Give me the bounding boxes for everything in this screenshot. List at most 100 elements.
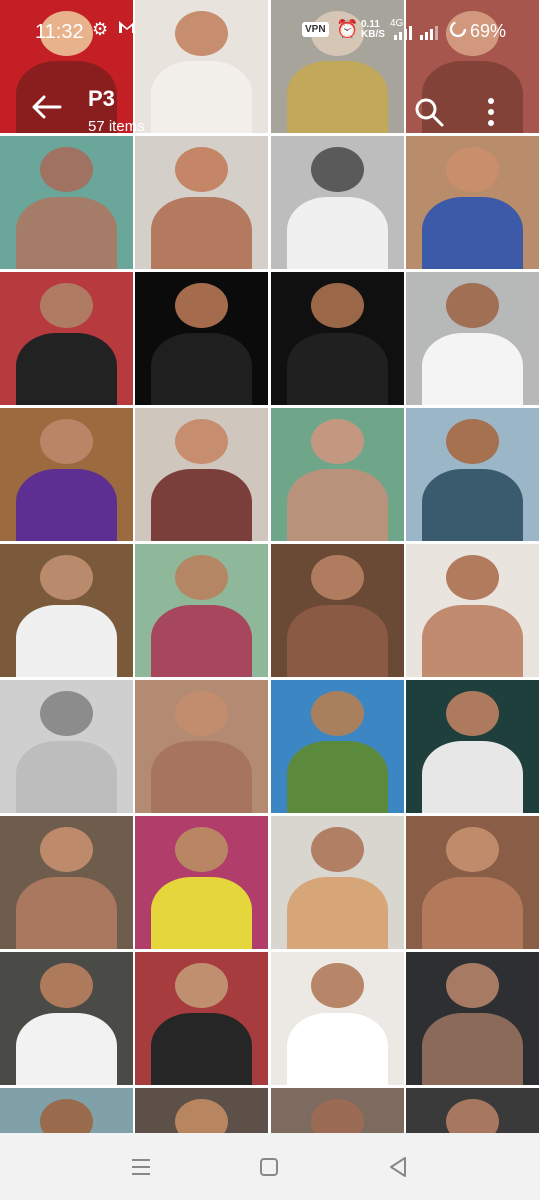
photo-subject-body: [286, 333, 388, 405]
battery-percent: 69%: [470, 21, 507, 41]
photo-subject-head: [175, 554, 229, 600]
album-header: P3 57 items: [0, 62, 540, 135]
photo-thumbnail[interactable]: [0, 408, 133, 541]
photo-subject-head: [310, 282, 364, 328]
recents-icon[interactable]: [127, 1153, 155, 1181]
photo-thumbnail[interactable]: [405, 680, 539, 813]
photo-thumbnail[interactable]: [405, 952, 539, 1085]
photo-subject-head: [175, 1098, 229, 1133]
photo-subject-head: [175, 282, 229, 328]
photo-thumbnail[interactable]: [0, 816, 133, 949]
photo-subject-head: [445, 146, 500, 192]
vpn-badge: VPN: [302, 22, 329, 37]
photo-subject-head: [445, 962, 500, 1008]
photo-subject-body: [286, 877, 388, 949]
photo-subject-head: [310, 962, 364, 1008]
photo-thumbnail[interactable]: [0, 544, 133, 677]
photo-subject-body: [421, 1013, 524, 1085]
status-bar: 11:32 ⚙ VPN ⏰ 0.11 KB/S 4G 69%: [0, 0, 540, 62]
photo-subject-body: [151, 469, 253, 541]
photo-thumbnail[interactable]: [135, 272, 269, 405]
photo-subject-body: [15, 333, 118, 405]
photo-thumbnail[interactable]: [270, 680, 404, 813]
photo-thumbnail[interactable]: [270, 544, 404, 677]
photo-subject-body: [421, 877, 524, 949]
photo-thumbnail[interactable]: [135, 816, 269, 949]
photo-subject-body: [421, 197, 524, 269]
photo-thumbnail[interactable]: [405, 1088, 539, 1133]
photo-subject-head: [175, 146, 229, 192]
photo-thumbnail[interactable]: [405, 136, 539, 269]
photo-thumbnail[interactable]: [405, 544, 539, 677]
photo-thumbnail[interactable]: [270, 952, 404, 1085]
battery-icon: [449, 20, 467, 43]
photo-subject-head: [310, 146, 364, 192]
photo-subject-body: [151, 605, 253, 677]
photo-subject-body: [151, 741, 253, 813]
photo-subject-body: [421, 741, 524, 813]
photo-subject-head: [175, 690, 229, 736]
photo-subject-head: [310, 690, 364, 736]
photo-subject-head: [310, 554, 364, 600]
back-arrow-icon[interactable]: [32, 92, 62, 122]
gear-icon: ⚙: [92, 19, 109, 39]
photo-subject-head: [445, 282, 500, 328]
photo-subject-head: [445, 690, 500, 736]
photo-subject-body: [151, 197, 253, 269]
album-item-count: 57 items: [88, 118, 145, 135]
photo-thumbnail[interactable]: [270, 1088, 404, 1133]
photo-thumbnail[interactable]: [0, 952, 133, 1085]
photo-thumbnail[interactable]: [0, 680, 133, 813]
photo-thumbnail[interactable]: [135, 544, 269, 677]
photo-subject-body: [15, 605, 118, 677]
photo-subject-body: [286, 469, 388, 541]
more-options-icon[interactable]: [482, 97, 500, 127]
photo-subject-body: [151, 1013, 253, 1085]
photo-thumbnail[interactable]: [135, 952, 269, 1085]
photo-thumbnail[interactable]: [405, 272, 539, 405]
photo-subject-body: [421, 333, 524, 405]
photo-thumbnail[interactable]: [405, 816, 539, 949]
photo-subject-body: [421, 469, 524, 541]
photo-subject-head: [175, 418, 229, 464]
photo-thumbnail[interactable]: [270, 816, 404, 949]
photo-thumbnail[interactable]: [270, 272, 404, 405]
photo-subject-head: [175, 826, 229, 872]
photo-subject-head: [445, 554, 500, 600]
photo-thumbnail[interactable]: [0, 1088, 133, 1133]
photo-thumbnail[interactable]: [135, 136, 269, 269]
photo-subject-body: [15, 741, 118, 813]
photo-subject-body: [15, 877, 118, 949]
signal-icon: [394, 24, 440, 45]
photo-subject-head: [39, 282, 94, 328]
photo-subject-head: [310, 826, 364, 872]
photo-thumbnail[interactable]: [135, 1088, 269, 1133]
gmail-icon: [118, 19, 136, 40]
photo-thumbnail[interactable]: [270, 408, 404, 541]
photo-subject-head: [39, 826, 94, 872]
photo-thumbnail[interactable]: [135, 408, 269, 541]
search-icon[interactable]: [414, 97, 444, 127]
photo-subject-head: [445, 1098, 500, 1133]
photo-thumbnail[interactable]: [270, 136, 404, 269]
photo-subject-body: [151, 877, 253, 949]
photo-subject-body: [15, 197, 118, 269]
alarm-icon: ⏰: [336, 19, 359, 39]
photo-thumbnail[interactable]: [135, 680, 269, 813]
photo-subject-body: [286, 1013, 388, 1085]
back-triangle-icon[interactable]: [385, 1153, 413, 1181]
photo-thumbnail[interactable]: [0, 272, 133, 405]
photo-subject-head: [39, 962, 94, 1008]
net-speed: 0.11 KB/S: [361, 19, 385, 40]
photo-subject-body: [151, 333, 253, 405]
album-title: P3: [88, 86, 115, 111]
photo-subject-body: [286, 741, 388, 813]
photo-subject-body: [286, 605, 388, 677]
photo-thumbnail[interactable]: [405, 408, 539, 541]
navigation-bar: [0, 1133, 540, 1200]
photo-subject-head: [39, 554, 94, 600]
photo-grid: [0, 0, 540, 1133]
photo-thumbnail[interactable]: [0, 136, 133, 269]
photo-subject-body: [421, 605, 524, 677]
home-icon[interactable]: [255, 1153, 283, 1181]
